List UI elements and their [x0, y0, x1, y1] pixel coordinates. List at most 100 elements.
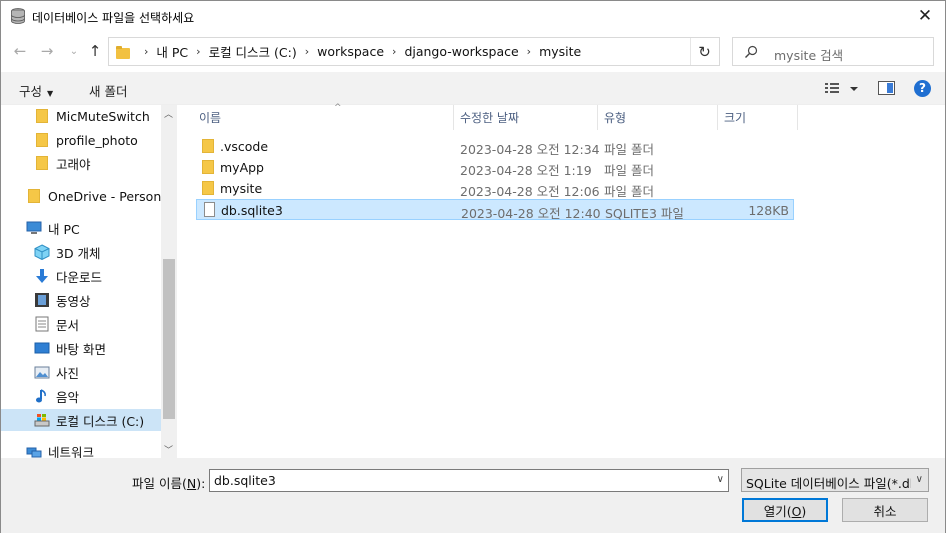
- nav-item-downloads[interactable]: 다운로드: [34, 265, 102, 287]
- chevron-down-icon[interactable]: ∨: [717, 474, 724, 485]
- file-name: .vscode: [220, 139, 269, 154]
- breadcrumb-item-django-workspace[interactable]: django-workspace: [404, 44, 518, 59]
- column-header-label: 크기: [724, 111, 747, 125]
- sort-ascending-icon: ^: [334, 103, 342, 113]
- file-type: SQLITE3 파일: [605, 206, 684, 221]
- file-row-vscode[interactable]: .vscode 2023-04-28 오전 12:34 파일 폴더: [196, 136, 794, 157]
- help-icon: ?: [919, 81, 926, 95]
- cancel-button[interactable]: 취소: [842, 498, 928, 522]
- folder-icon: [200, 159, 216, 175]
- nav-item-label: 고래야: [56, 156, 91, 172]
- filetype-value: SQLite 데이터베이스 파일(*.db: [746, 476, 911, 491]
- download-icon: [36, 269, 48, 283]
- nav-item-label: 사진: [56, 365, 80, 381]
- column-header-type[interactable]: 유형: [598, 105, 718, 130]
- breadcrumb-item-local-disk[interactable]: 로컬 디스크 (C:): [209, 42, 297, 61]
- view-options-button[interactable]: [824, 82, 860, 96]
- nav-item-network[interactable]: 네트워크: [26, 440, 94, 458]
- open-button-label: 열기(O): [763, 503, 807, 519]
- chevron-down-icon: ∨: [915, 474, 923, 485]
- search-input[interactable]: mysite 검색: [732, 37, 934, 66]
- dialog-footer: 파일 이름(N): db.sqlite3 ∨ SQLite 데이터베이스 파일(…: [1, 458, 945, 533]
- window-title: 데이터베이스 파일을 선택하세요: [32, 11, 195, 25]
- file-row-myapp[interactable]: myApp 2023-04-28 오전 1:19 파일 폴더: [196, 157, 794, 178]
- nav-item-label: 로컬 디스크 (C:): [56, 413, 145, 429]
- scrollbar-thumb[interactable]: [163, 259, 175, 419]
- file-row-db-sqlite3[interactable]: db.sqlite3 2023-04-28 오전 12:40 SQLITE3 파…: [196, 199, 794, 221]
- scroll-down-icon[interactable]: ﹀: [164, 443, 173, 456]
- nav-item-label: 다운로드: [56, 269, 103, 285]
- file-row-mysite[interactable]: mysite 2023-04-28 오전 12:06 파일 폴더: [196, 178, 794, 199]
- caret-down-icon: ▼: [47, 89, 54, 98]
- new-folder-button[interactable]: 새 폴더: [89, 81, 127, 100]
- refresh-button[interactable]: ↻: [690, 38, 718, 65]
- column-header-name[interactable]: 이름 ^: [193, 103, 454, 130]
- close-icon: ✕: [917, 6, 933, 26]
- file-type: 파일 폴더: [604, 184, 654, 199]
- music-icon: [36, 389, 46, 403]
- document-icon: [35, 316, 49, 332]
- nav-item-documents[interactable]: 문서: [34, 313, 79, 335]
- folder-icon: [34, 132, 50, 148]
- breadcrumb-separator: ›: [304, 45, 310, 58]
- open-button[interactable]: 열기(O): [742, 498, 828, 522]
- new-folder-label: 새 폴더: [89, 84, 128, 99]
- nav-item-micmuteswitch[interactable]: MicMuteSwitch: [34, 105, 150, 127]
- nav-item-onedrive[interactable]: OneDrive - Personal: [26, 185, 172, 207]
- nav-item-local-disk[interactable]: 로컬 디스크 (C:): [1, 409, 161, 431]
- file-name: db.sqlite3: [221, 203, 283, 218]
- help-button[interactable]: ?: [914, 80, 931, 97]
- cancel-button-label: 취소: [873, 503, 897, 519]
- nav-item-profile-photo[interactable]: profile_photo: [34, 129, 138, 151]
- nav-item-goraeya[interactable]: 고래야: [34, 152, 91, 174]
- column-header-size[interactable]: 크기: [718, 105, 798, 130]
- recent-locations-button[interactable]: ⌄: [64, 41, 84, 61]
- nav-item-label: 바탕 화면: [56, 341, 106, 357]
- nav-item-3d-objects[interactable]: 3D 개체: [34, 241, 101, 263]
- nav-item-label: 내 PC: [48, 221, 80, 237]
- file-list: 이름 ^ 수정한 날짜 유형 크기 .vscode 2023-04-28 오전 …: [177, 103, 945, 458]
- nav-item-label: OneDrive - Personal: [48, 188, 173, 204]
- onedrive-folder-icon: [26, 188, 42, 204]
- column-header-label: 유형: [604, 111, 627, 125]
- nav-item-this-pc[interactable]: 내 PC: [26, 217, 80, 239]
- folder-icon: [200, 180, 216, 196]
- filetype-select[interactable]: SQLite 데이터베이스 파일(*.db ∨: [741, 468, 929, 492]
- organize-label: 구성: [19, 84, 43, 99]
- nav-item-label: 3D 개체: [56, 245, 101, 261]
- desktop-icon: [34, 342, 50, 354]
- nav-item-desktop[interactable]: 바탕 화면: [34, 337, 106, 359]
- breadcrumb[interactable]: › 내 PC › 로컬 디스크 (C:) › workspace › djang…: [108, 37, 720, 66]
- column-header-label: 이름: [199, 111, 222, 125]
- breadcrumb-separator: ›: [526, 45, 532, 58]
- breadcrumb-item-workspace[interactable]: workspace: [317, 44, 384, 59]
- nav-item-pictures[interactable]: 사진: [34, 361, 79, 383]
- nav-item-videos[interactable]: 동영상: [34, 289, 91, 311]
- column-header-date[interactable]: 수정한 날짜: [454, 105, 598, 130]
- caret-down-icon: [850, 87, 858, 91]
- file-date: 2023-04-28 오전 12:40: [461, 206, 601, 221]
- file-name: myApp: [220, 160, 264, 175]
- search-placeholder: mysite 검색: [774, 48, 844, 63]
- organize-button[interactable]: 구성 ▼: [19, 81, 53, 100]
- scroll-up-icon[interactable]: ︿: [164, 107, 173, 120]
- filename-value: db.sqlite3: [214, 473, 276, 488]
- file-date: 2023-04-28 오전 12:06: [460, 184, 600, 199]
- column-header-label: 수정한 날짜: [460, 111, 520, 125]
- folder-icon: [200, 138, 216, 154]
- database-icon: [11, 8, 25, 24]
- forward-button[interactable]: →: [37, 41, 57, 61]
- filename-input[interactable]: db.sqlite3 ∨: [209, 469, 729, 492]
- breadcrumb-item-mysite[interactable]: mysite: [539, 44, 581, 59]
- up-button[interactable]: ↑: [85, 41, 105, 61]
- folder-icon: [34, 155, 50, 171]
- navigation-scrollbar[interactable]: ︿ ﹀: [161, 105, 177, 458]
- close-button[interactable]: ✕: [906, 3, 944, 29]
- filename-label: 파일 이름(N):: [132, 476, 206, 491]
- back-button[interactable]: ←: [10, 41, 30, 61]
- preview-pane-button[interactable]: [878, 81, 895, 95]
- breadcrumb-item-pc[interactable]: 내 PC: [156, 42, 188, 61]
- nav-item-music[interactable]: 음악: [34, 385, 79, 407]
- navigation-pane: MicMuteSwitch profile_photo 고래야 OneDrive…: [1, 105, 177, 458]
- file-icon: [201, 202, 217, 218]
